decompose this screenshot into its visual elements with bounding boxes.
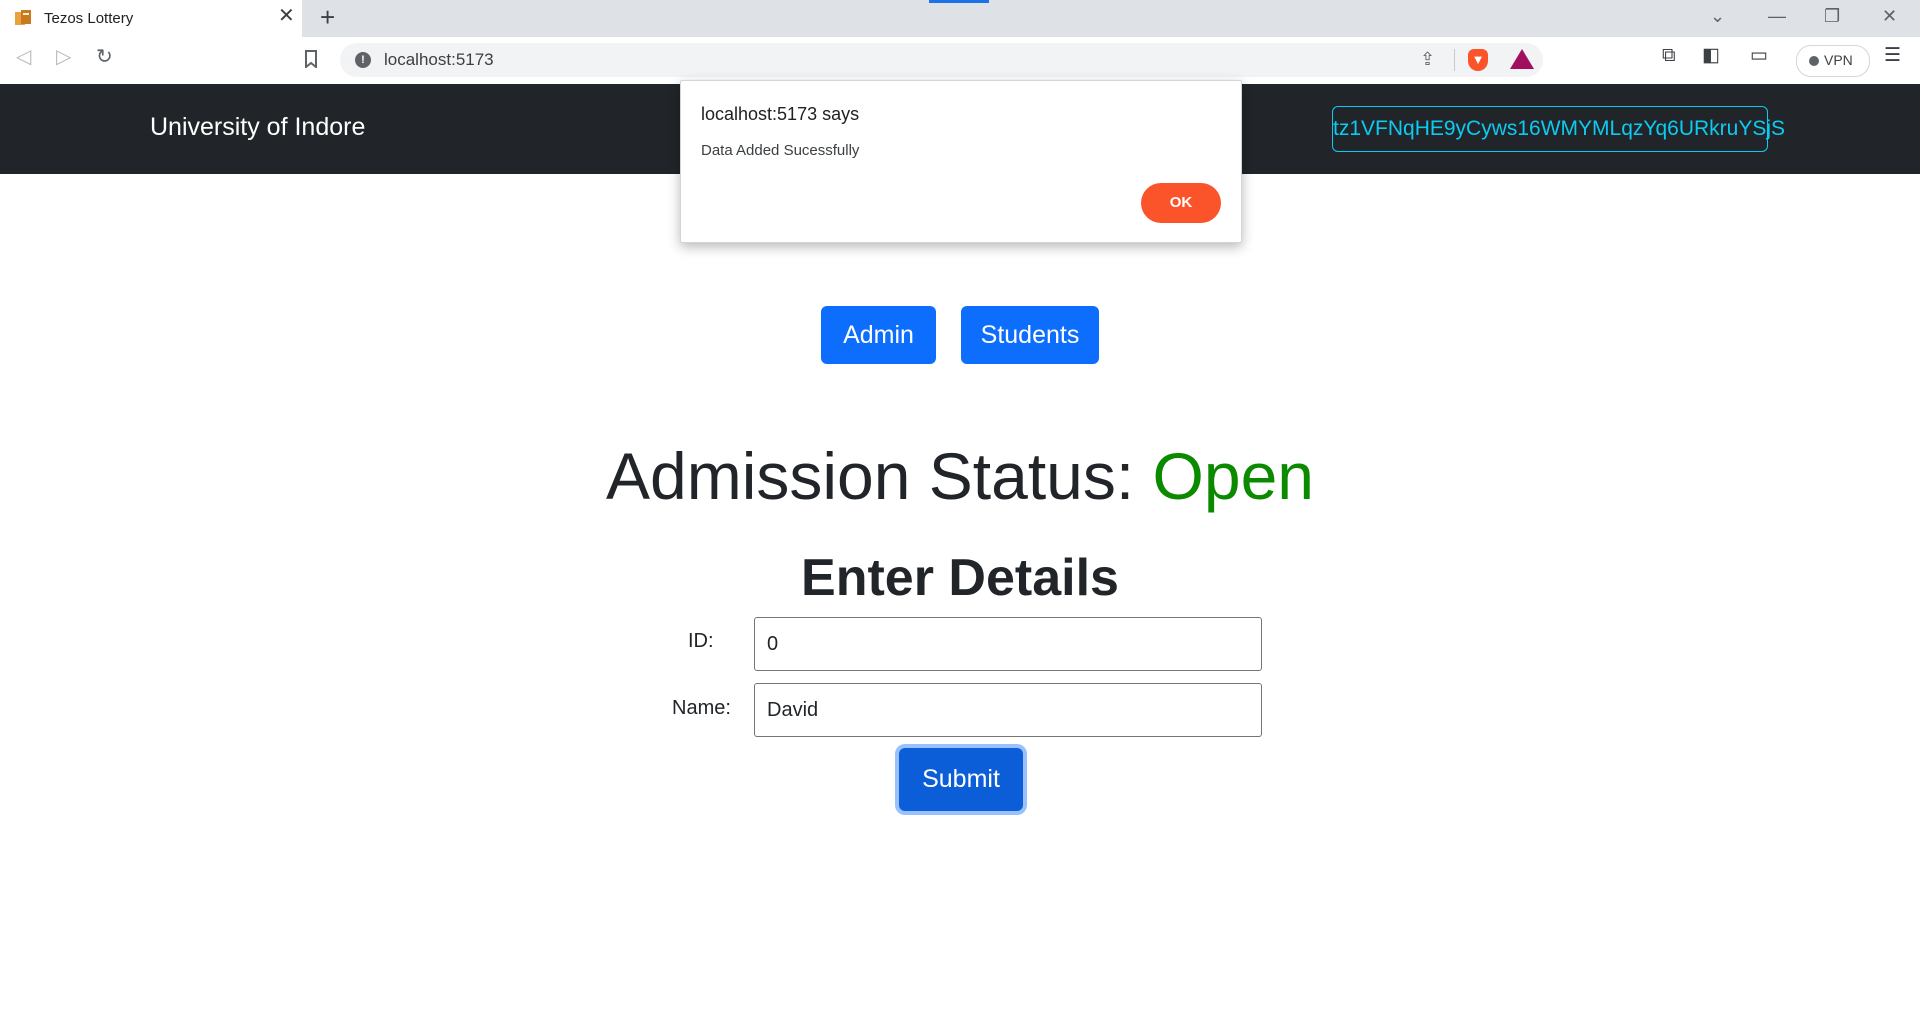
submit-button[interactable]: Submit [899,748,1023,811]
alert-dialog: localhost:5173 says Data Added Sucessful… [680,80,1242,243]
id-label: ID: [688,630,714,652]
new-tab-icon[interactable]: + [320,4,335,30]
brand-title[interactable]: University of Indore [150,113,365,142]
ok-button[interactable]: OK [1141,183,1221,223]
vpn-label: VPN [1824,52,1853,68]
wallet-address-button[interactable]: tz1VFNqHE9yCyws16WMYMLqzYq6URkruYSjS [1332,106,1785,152]
url-text[interactable]: localhost:5173 [384,50,494,70]
bookmark-icon[interactable] [304,50,318,68]
brave-shields-icon[interactable]: ▼ [1468,49,1488,71]
address-bar[interactable]: ! localhost:5173 ⇪ ▼ [340,43,1543,77]
tab-strip: Tezos Lottery ✕ + ⌄ — ❐ ✕ [0,0,1920,37]
dialog-title: localhost:5173 says [701,104,860,124]
browser-tab[interactable]: Tezos Lottery ✕ [0,0,302,37]
restore-icon[interactable]: ❐ [1824,7,1840,25]
reload-icon[interactable]: ↻ [96,47,113,67]
wallet-icon[interactable]: ▭ [1750,46,1768,65]
form-heading: Enter Details [801,549,1119,607]
minimize-icon[interactable]: — [1768,7,1786,25]
divider [1454,49,1455,71]
tab-indicator [929,0,989,3]
sidebar-icon[interactable]: ◧ [1702,46,1720,65]
close-tab-icon[interactable]: ✕ [278,6,295,26]
students-button[interactable]: Students [961,306,1099,364]
vpn-button[interactable]: VPN [1796,45,1870,77]
back-icon[interactable]: ◁ [16,47,31,67]
share-icon[interactable]: ⇪ [1420,49,1435,70]
vpn-status-icon [1809,56,1819,66]
menu-icon[interactable]: ☰ [1884,46,1901,65]
name-label: Name: [672,697,731,719]
status-value: Open [1152,439,1315,513]
chevron-down-icon[interactable]: ⌄ [1710,7,1725,25]
brave-rewards-icon[interactable] [1510,49,1534,69]
browser-toolbar: ◁ ▷ ↻ ! localhost:5173 ⇪ ▼ ⧉ ◧ ▭ VPN ☰ [0,37,1920,85]
tab-title: Tezos Lottery [44,10,134,27]
extensions-icon[interactable]: ⧉ [1662,46,1676,65]
admin-button[interactable]: Admin [821,306,936,364]
status-label: Admission Status: [605,439,1153,513]
admission-status: Admission Status: Open [0,436,1920,516]
site-info-icon[interactable]: ! [355,52,371,68]
favicon-icon [15,10,31,25]
forward-icon[interactable]: ▷ [56,47,71,67]
name-input[interactable] [754,683,1262,737]
dialog-message: Data Added Sucessfully [701,142,860,159]
close-window-icon[interactable]: ✕ [1882,7,1897,25]
id-input[interactable] [754,617,1262,671]
